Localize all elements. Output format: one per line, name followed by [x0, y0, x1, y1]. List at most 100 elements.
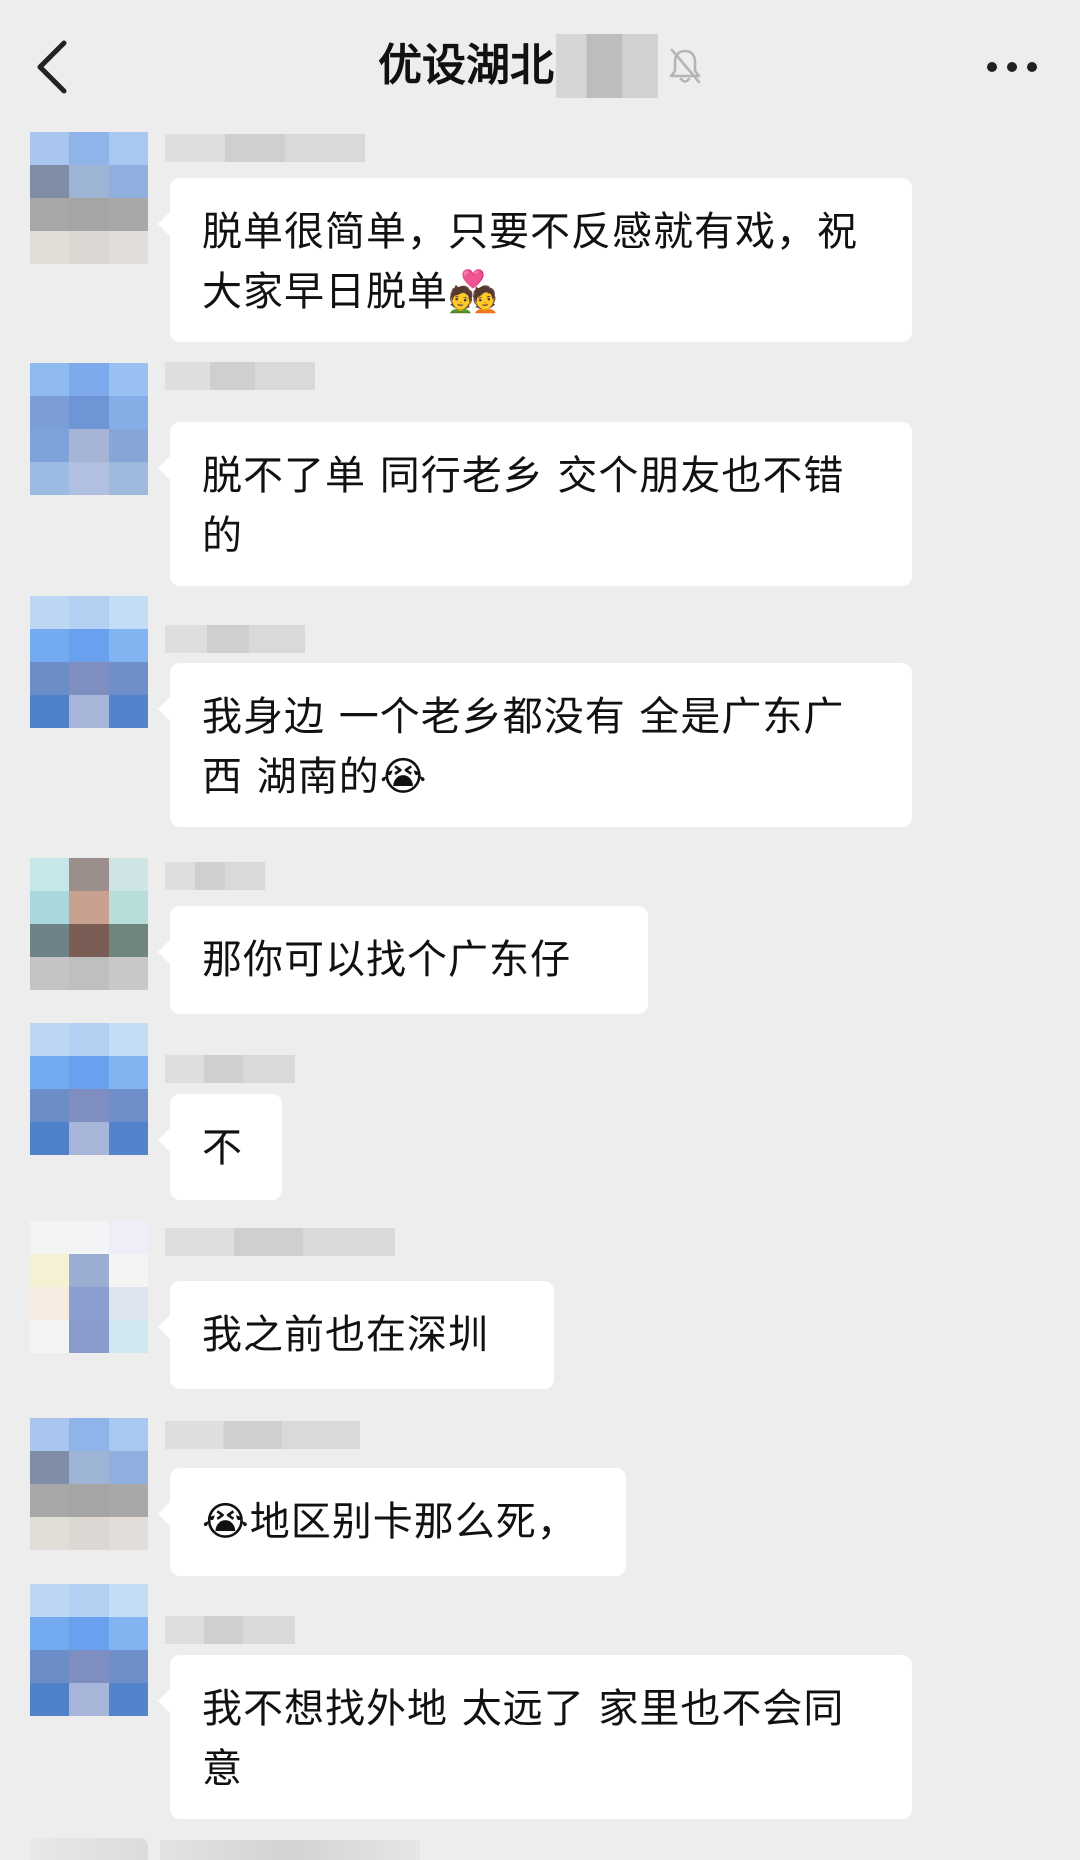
- avatar-pixel: [30, 1056, 70, 1089]
- avatar-pixel: [69, 165, 109, 198]
- avatar-pixel: [108, 396, 148, 429]
- avatar-pixel: [69, 1650, 109, 1683]
- avatar-pixel: [108, 429, 148, 462]
- message-bubble[interactable]: 不: [158, 1094, 282, 1200]
- avatar-pixel: [30, 891, 70, 924]
- avatar-pixel: [108, 596, 148, 629]
- avatar-pixel: [69, 596, 109, 629]
- sender-name-redacted: [160, 1840, 420, 1860]
- avatar-pixel: [108, 462, 148, 495]
- avatar[interactable]: [30, 1418, 148, 1550]
- avatar-pixel: [30, 198, 70, 231]
- avatar-pixel: [108, 1056, 148, 1089]
- avatar-pixel: [69, 462, 109, 495]
- avatar-pixel: [69, 396, 109, 429]
- avatar-pixel: [30, 231, 70, 264]
- avatar-pixel: [108, 165, 148, 198]
- avatar-pixel: [30, 924, 70, 957]
- avatar-pixel: [108, 1320, 148, 1353]
- avatar-pixel: [108, 132, 148, 165]
- avatar-pixel: [108, 1254, 148, 1287]
- sender-name-redacted: [165, 1228, 395, 1256]
- avatar-pixel: [30, 363, 70, 396]
- avatar-pixel: [108, 1023, 148, 1056]
- avatar-pixel: [69, 1122, 109, 1155]
- avatar-pixel: [69, 1089, 109, 1122]
- avatar-pixel: [69, 1418, 109, 1451]
- avatar-pixel: [108, 891, 148, 924]
- message-bubble[interactable]: 我身边 一个老乡都没有 全是广东广西 湖南的😭: [158, 663, 912, 827]
- avatar-pixel: [69, 1254, 109, 1287]
- avatar-pixel: [108, 1484, 148, 1517]
- avatar-pixel: [108, 1617, 148, 1650]
- sender-name-redacted: [165, 1421, 360, 1449]
- avatar-pixel: [108, 957, 148, 990]
- avatar-pixel: [69, 695, 109, 728]
- avatar[interactable]: [30, 596, 148, 728]
- sender-name-redacted: [165, 362, 315, 390]
- message-bubble[interactable]: 那你可以找个广东仔: [158, 906, 648, 1014]
- avatar-pixel: [30, 1683, 70, 1716]
- avatar-pixel: [69, 1023, 109, 1056]
- avatar[interactable]: [30, 1584, 148, 1716]
- avatar-pixel: [30, 1617, 70, 1650]
- avatar-pixel: [69, 924, 109, 957]
- avatar-pixel: [30, 165, 70, 198]
- avatar-pixel: [69, 1287, 109, 1320]
- avatar-pixel: [108, 1287, 148, 1320]
- avatar-pixel: [69, 1517, 109, 1550]
- avatar-pixel: [108, 1517, 148, 1550]
- message-bubble[interactable]: 脱单很简单，只要不反感就有戏，祝大家早日脱单💑: [158, 178, 912, 342]
- avatar-pixel: [108, 231, 148, 264]
- avatar-pixel: [30, 629, 70, 662]
- avatar-pixel: [108, 1221, 148, 1254]
- avatar-pixel: [69, 1683, 109, 1716]
- message-bubble[interactable]: 我不想找外地 太远了 家里也不会同意: [158, 1655, 912, 1819]
- avatar[interactable]: [30, 132, 148, 264]
- avatar-pixel: [69, 1484, 109, 1517]
- sender-name-redacted: [165, 134, 365, 162]
- avatar-pixel: [108, 924, 148, 957]
- avatar[interactable]: [30, 1023, 148, 1155]
- avatar-pixel: [30, 1517, 70, 1550]
- avatar-pixel: [108, 1122, 148, 1155]
- avatar-pixel: [30, 1122, 70, 1155]
- avatar-pixel: [108, 363, 148, 396]
- avatar-pixel: [30, 662, 70, 695]
- avatar-pixel: [108, 1584, 148, 1617]
- avatar-pixel: [30, 1584, 70, 1617]
- avatar-pixel: [30, 462, 70, 495]
- avatar-pixel: [108, 1650, 148, 1683]
- avatar-pixel: [69, 363, 109, 396]
- avatar-pixel: [69, 132, 109, 165]
- avatar-pixel: [30, 596, 70, 629]
- chat-header: 优设湖北: [0, 0, 1080, 130]
- avatar-pixel: [30, 132, 70, 165]
- sender-name-redacted: [165, 862, 265, 890]
- avatar-pixel: [69, 957, 109, 990]
- message-bubble[interactable]: 脱不了单 同行老乡 交个朋友也不错的: [158, 422, 912, 586]
- avatar-pixel: [30, 429, 70, 462]
- avatar-pixel: [30, 1089, 70, 1122]
- sender-name-redacted: [165, 625, 305, 653]
- avatar-pixel: [30, 1221, 70, 1254]
- avatar-pixel: [108, 1418, 148, 1451]
- avatar-pixel: [69, 858, 109, 891]
- chat-title: 优设湖北: [378, 40, 554, 91]
- avatar[interactable]: [30, 1221, 148, 1353]
- avatar-pixel: [69, 231, 109, 264]
- sender-name-redacted: [165, 1616, 295, 1644]
- avatar[interactable]: [30, 858, 148, 990]
- avatar[interactable]: [30, 1838, 148, 1860]
- more-dots-icon[interactable]: [984, 52, 1040, 82]
- avatar-pixel: [69, 198, 109, 231]
- avatar-pixel: [108, 1451, 148, 1484]
- avatar-pixel: [30, 1484, 70, 1517]
- message-bubble[interactable]: 😭地区别卡那么死，: [158, 1468, 626, 1576]
- avatar-pixel: [30, 1451, 70, 1484]
- avatar-pixel: [108, 858, 148, 891]
- message-bubble[interactable]: 我之前也在深圳: [158, 1281, 554, 1389]
- avatar-pixel: [69, 891, 109, 924]
- avatar[interactable]: [30, 363, 148, 495]
- avatar-pixel: [108, 629, 148, 662]
